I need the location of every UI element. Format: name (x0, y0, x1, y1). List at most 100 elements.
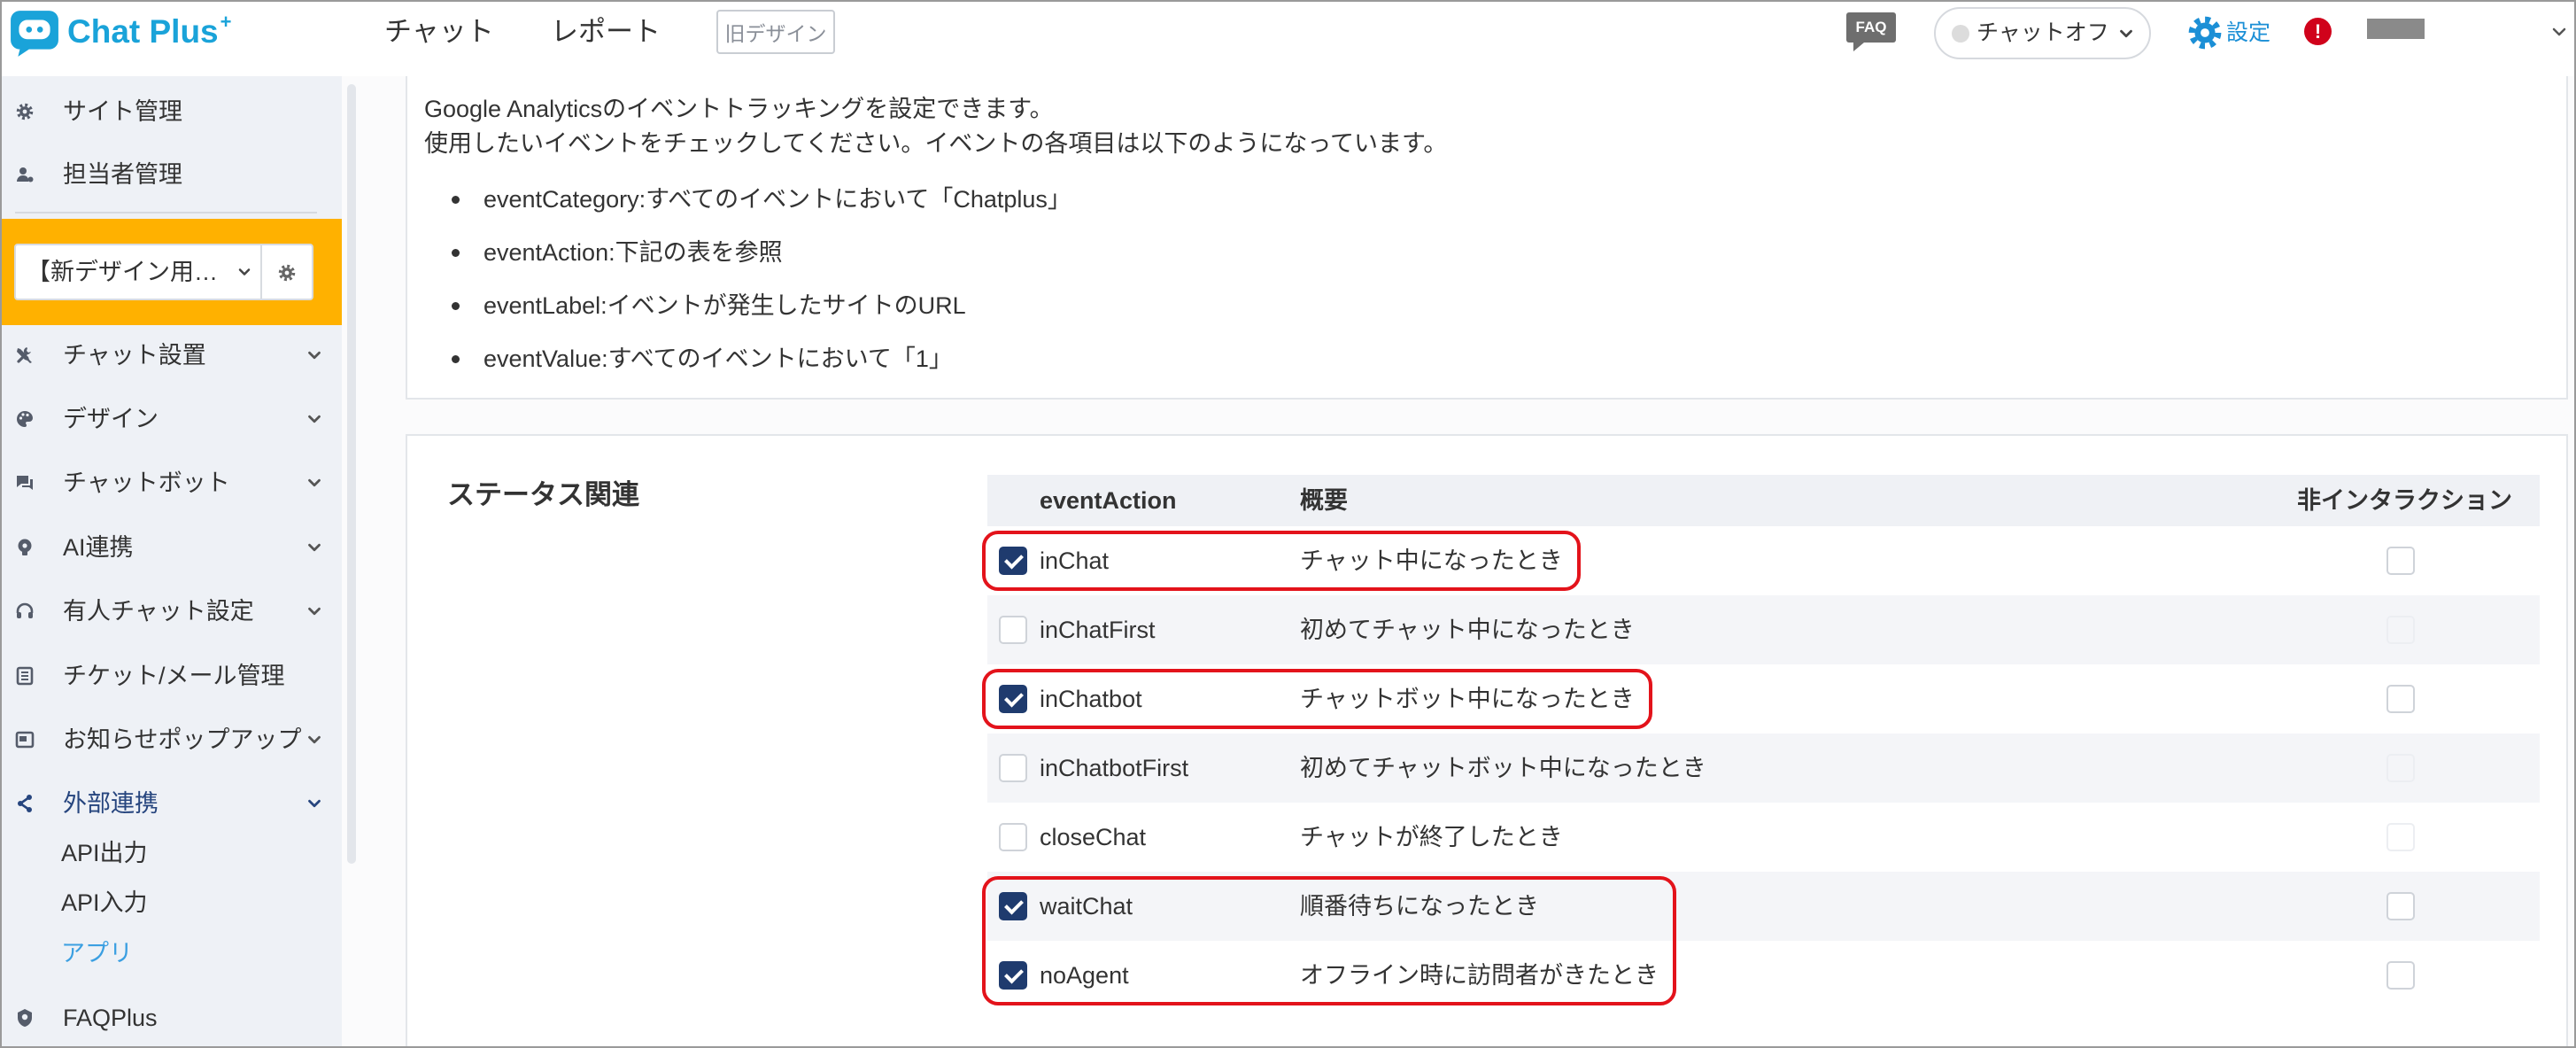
sidebar-divider (15, 212, 317, 213)
site-select[interactable]: 【新デザイン用… (14, 244, 262, 300)
list-item-text: eventLabel:イベントが発生したサイトのURL (483, 292, 966, 319)
event-action-name: inChatbot (1040, 686, 1142, 712)
sidebar-item-ticket-mail[interactable]: チケット/メール管理 (2, 648, 342, 704)
list-item: eventValue:すべてのイベントにおいて「1」 (407, 332, 1071, 385)
sidebar-item-label: FAQPlus (63, 1005, 158, 1031)
event-summary: 順番待ちになったとき (1300, 893, 1539, 920)
sidebar-item-staffed-chat[interactable]: 有人チャット設定 (2, 583, 342, 640)
event-checkbox[interactable] (999, 892, 1027, 920)
alert-icon[interactable]: ! (2304, 18, 2332, 45)
sidebar-item-label: チャット設置 (63, 342, 206, 369)
non-interaction-checkbox[interactable] (2386, 616, 2415, 644)
sidebar-item-design[interactable]: デザイン (2, 391, 342, 447)
list-item-text: eventAction:下記の表を参照 (483, 239, 783, 266)
chat-status-dropdown[interactable]: チャットオフ (1934, 7, 2151, 59)
sidebar-item-notice-popup[interactable]: お知らせポップアップ (2, 711, 342, 768)
chevron-down-icon (305, 409, 324, 429)
event-table: eventAction 概要 非インタラクション inChat チャット中になっ… (982, 475, 2540, 1010)
event-action-name: inChatFirst (1040, 617, 1156, 643)
chevron-down-icon (305, 602, 324, 621)
sidebar-item-faqplus[interactable]: FAQPlus (2, 990, 342, 1046)
chevron-down-icon (236, 263, 253, 281)
share-icon (14, 793, 35, 814)
faqplus-icon (14, 1007, 35, 1029)
sidebar-subitem-app[interactable]: アプリ (2, 931, 342, 975)
site-select-value: 【新デザイン用… (27, 259, 218, 285)
non-interaction-checkbox[interactable] (2386, 685, 2415, 713)
headset-icon (14, 601, 35, 622)
sidebar-item-label: チケット/メール管理 (63, 663, 285, 689)
event-checkbox[interactable] (999, 685, 1027, 713)
event-summary: チャット中になったとき (1300, 547, 1563, 574)
chevron-down-icon (305, 345, 324, 365)
non-interaction-checkbox[interactable] (2386, 823, 2415, 851)
table-row: noAgent オフライン時に訪問者がきたとき (987, 941, 2540, 1010)
event-action-name: noAgent (1040, 962, 1129, 989)
sidebar-item-label: チャットボット (63, 470, 230, 496)
sidebar-item-chatbot[interactable]: チャットボット (2, 454, 342, 511)
event-checkbox[interactable] (999, 961, 1027, 990)
status-card: ステータス関連 eventAction 概要 非インタラクション inChat … (406, 434, 2568, 1046)
event-summary: チャットが終了したとき (1300, 824, 1563, 850)
sidebar-item-label: 有人チャット設定 (63, 598, 254, 625)
sidebar-scrollbar[interactable] (347, 84, 356, 864)
table-row: inChatFirst 初めてチャット中になったとき (987, 595, 2540, 664)
column-header-summary: 概要 (1300, 487, 1348, 514)
popup-icon (14, 729, 35, 750)
event-checkbox[interactable] (999, 616, 1027, 644)
chevron-down-icon (305, 730, 324, 749)
ticket-icon (14, 665, 35, 687)
gear-icon[interactable] (2186, 14, 2224, 51)
sidebar-item-ai[interactable]: AI連携 (2, 519, 342, 576)
sidebar-item-label: API出力 (61, 840, 148, 866)
event-checkbox[interactable] (999, 823, 1027, 851)
sidebar-item-chat-setup[interactable]: チャット設置 (2, 327, 342, 384)
non-interaction-checkbox[interactable] (2386, 754, 2415, 782)
sidebar-item-external-integration[interactable]: 外部連携 (2, 775, 342, 832)
event-action-name: inChat (1040, 547, 1110, 574)
intro-text: Google Analyticsのイベントトラッキングを設定できます。 (424, 96, 1054, 122)
table-row: closeChat チャットが終了したとき (987, 803, 2540, 872)
chatbot-icon (14, 472, 35, 493)
non-interaction-checkbox[interactable] (2386, 547, 2415, 575)
event-summary: チャットボット中になったとき (1300, 686, 1635, 712)
chevron-down-icon (2116, 24, 2136, 43)
table-row: inChatbot チャットボット中になったとき (987, 664, 2540, 734)
logo[interactable]: Chat Plus+ (67, 11, 232, 56)
sidebar-item-site-management[interactable]: サイト管理 (2, 83, 342, 140)
non-interaction-checkbox[interactable] (2386, 892, 2415, 920)
user-account-button[interactable] (2367, 19, 2425, 39)
sidebar-subitem-api-input[interactable]: API入力 (2, 881, 342, 925)
table-row: waitChat 順番待ちになったとき (987, 872, 2540, 941)
event-action-name: closeChat (1040, 824, 1147, 850)
list-item: eventAction:下記の表を参照 (407, 226, 1071, 279)
status-dot-icon (1952, 25, 1969, 43)
event-summary: 初めてチャットボット中になったとき (1300, 755, 1706, 781)
table-row: inChatbotFirst 初めてチャットボット中になったとき (987, 734, 2540, 803)
nav-report[interactable]: レポート (551, 14, 661, 50)
site-settings-button[interactable] (260, 244, 313, 300)
settings-link[interactable]: 設定 (2226, 16, 2270, 50)
old-design-button[interactable]: 旧デザイン (716, 10, 835, 54)
non-interaction-checkbox[interactable] (2386, 961, 2415, 990)
column-header-event-action: eventAction (1040, 487, 1177, 514)
event-field-list: eventCategory:すべてのイベントにおいて「Chatplus」 eve… (407, 173, 1071, 385)
chevron-down-icon (305, 538, 324, 557)
bullet-icon (452, 196, 460, 204)
list-item-text: eventValue:すべてのイベントにおいて「1」 (483, 345, 953, 372)
user-icon (14, 164, 35, 185)
nav-chat[interactable]: チャット (384, 14, 494, 50)
chevron-down-icon (305, 794, 324, 813)
site-selector-panel: 【新デザイン用… (2, 219, 342, 325)
event-checkbox[interactable] (999, 547, 1027, 575)
gear-icon (14, 101, 35, 122)
sidebar-item-label: お知らせポップアップ (63, 726, 302, 753)
event-checkbox[interactable] (999, 754, 1027, 782)
chatplus-logo-icon[interactable] (9, 7, 60, 58)
sidebar-item-label: サイト管理 (63, 98, 182, 125)
sidebar-subitem-api-output[interactable]: API出力 (2, 831, 342, 875)
faq-icon[interactable]: FAQ (1846, 12, 1896, 51)
chevron-down-icon[interactable] (2549, 21, 2570, 43)
sidebar-item-agent-management[interactable]: 担当者管理 (2, 146, 342, 203)
table-header: eventAction 概要 非インタラクション (987, 475, 2540, 526)
